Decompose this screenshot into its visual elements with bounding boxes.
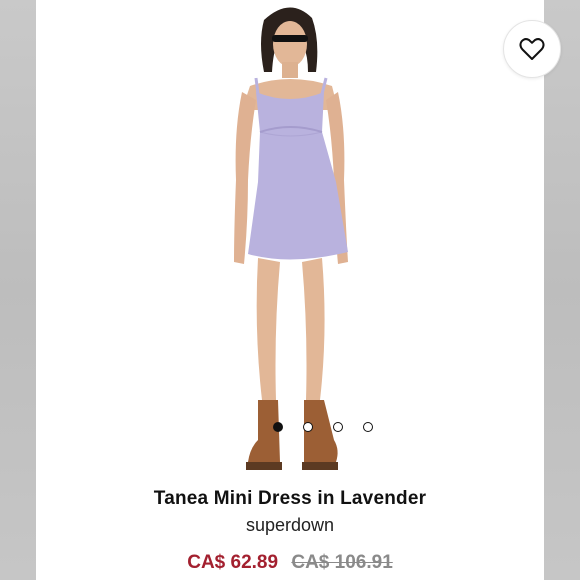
product-photo (234, 7, 348, 470)
product-info: Tanea Mini Dress in Lavender superdown C… (36, 478, 544, 574)
product-image-carousel[interactable] (36, 0, 561, 478)
product-card: Tanea Mini Dress in Lavender superdown C… (0, 0, 580, 580)
carousel-dot-1[interactable] (273, 422, 283, 432)
sale-price: CA$ 62.89 (187, 552, 279, 573)
carousel-indicators (273, 422, 373, 432)
price-row: CA$ 62.89 CA$ 106.91 (36, 552, 544, 574)
original-price: CA$ 106.91 (291, 552, 393, 573)
carousel-dot-2[interactable] (303, 422, 313, 432)
carousel-dot-4[interactable] (363, 422, 373, 432)
carousel-dot-3[interactable] (333, 422, 343, 432)
favorite-button[interactable] (503, 20, 561, 78)
product-brand[interactable]: superdown (36, 515, 544, 536)
right-border (544, 0, 580, 580)
left-border (0, 0, 36, 580)
heart-outline-icon (519, 38, 545, 60)
product-title[interactable]: Tanea Mini Dress in Lavender (36, 488, 544, 510)
